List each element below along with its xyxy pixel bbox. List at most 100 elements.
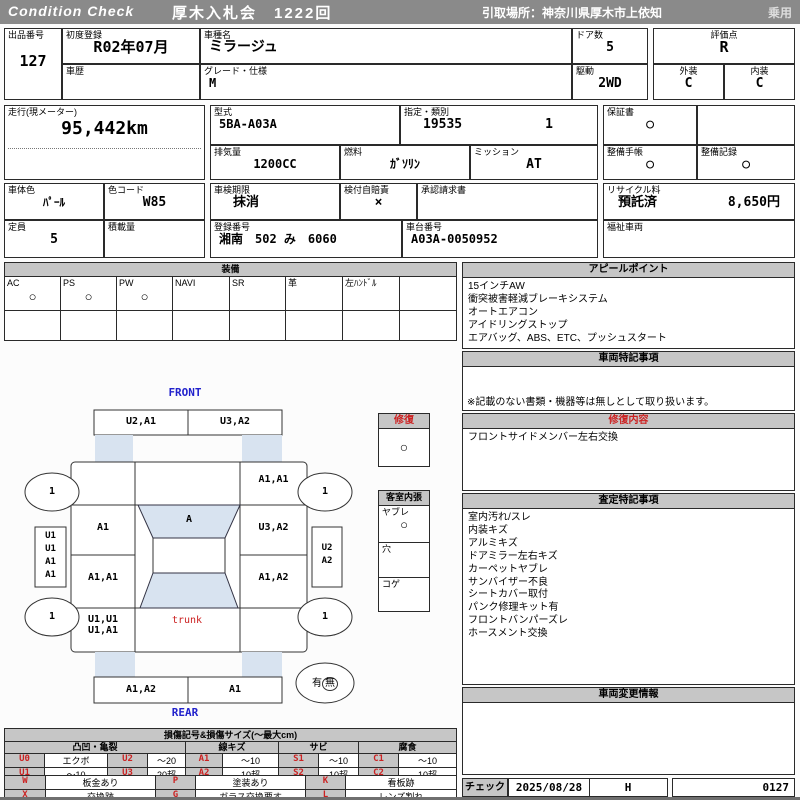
doors-value: 5	[606, 40, 614, 55]
trunk-left-mark-1: U1,U1	[87, 614, 119, 625]
left-side-mark: U1	[45, 531, 56, 541]
rear-quarter-right-mark: A1,A2	[258, 572, 289, 583]
trunk-left-marks: U1,U1 U1,A1	[73, 614, 133, 636]
class-label: 指定・類別	[404, 107, 450, 117]
left-side-mark: A1	[45, 570, 56, 580]
fuel-label: 燃料	[344, 147, 363, 157]
class-value-1: 19535	[423, 117, 463, 132]
equip-value: ○	[84, 289, 93, 304]
legend-group-scratches: 線キズ	[185, 741, 279, 754]
equip-cell-sr: SR	[229, 276, 286, 311]
body-color-cell: 車体色 ﾊﾟｰﾙ	[4, 183, 104, 220]
insurance-label: 検付自賠責	[344, 185, 390, 195]
chassis-number-label: 車台番号	[406, 222, 443, 232]
pickup-location: 引取場所：神奈川県厚木市上依知	[482, 6, 663, 20]
color-code-value: W85	[142, 195, 167, 210]
damage-legend-table: 損傷記号&損傷サイズ(〜最大cm) 凸凹・亀裂 線キズ サビ 腐食 U0 エクボ…	[3, 728, 458, 782]
auction-sheet: Condition Check 厚木入札会 1222回 引取場所：神奈川県厚木市…	[0, 0, 800, 800]
lot-number-value: 127	[19, 52, 47, 70]
legend-code: S1	[278, 753, 319, 768]
legend-size: エクボ	[44, 753, 108, 768]
check-inspector: H	[624, 781, 632, 794]
legend-size: 〜20	[147, 753, 186, 768]
equip-empty-cell	[229, 310, 286, 341]
legend-code: U0	[4, 753, 45, 768]
assessment-line: ドアミラー左右キズ	[468, 550, 558, 562]
recycle-fee-cell: リサイクル料 預託済 8,650円	[603, 183, 795, 220]
front-bumper-left-mark: U2,A1	[125, 416, 157, 427]
model-code-cell: 型式 5BA-A03A	[210, 105, 400, 145]
body-color-label: 車体色	[8, 185, 36, 195]
equip-cell-lhd: 左ﾊﾝﾄﾞﾙ	[342, 276, 400, 311]
displacement-label: 排気量	[214, 147, 242, 157]
recycle-fee-value: 8,650円	[727, 195, 780, 210]
spare-yes: 有	[312, 678, 322, 689]
vehicle-notes-footnote: ※記載のない書類・機器等は無しとして取り扱います。	[467, 397, 715, 408]
equip-empty-cell	[60, 310, 117, 341]
assessment-line: サンバイザー不良	[468, 576, 548, 588]
repair-content-title: 修復内容	[463, 414, 794, 429]
right-side-marks: U2 A2	[312, 542, 342, 568]
cabin-row-label: 穴	[382, 544, 392, 554]
check-date-box: 2025/08/28 H	[508, 778, 668, 797]
assessment-line: シートカバー取付	[468, 589, 548, 601]
maintenance-book-value: ○	[646, 157, 654, 172]
cabin-lining-title: 客室内張	[379, 491, 429, 506]
legend-group-dents: 凸凹・亀裂	[4, 741, 186, 754]
equip-label: PW	[119, 278, 134, 288]
equipment-title: 装備	[3, 262, 458, 277]
appeal-line: 衝突被害軽減ブレーキシステム	[468, 293, 608, 305]
hood-right-mark: A1,A1	[258, 474, 289, 485]
right-side-mark: U2	[321, 543, 333, 553]
legend-size: 〜10	[397, 753, 458, 768]
appeal-line: エアバッグ、ABS、ETC、プッシュスタート	[468, 332, 667, 344]
equip-cell-leather: 革	[285, 276, 343, 311]
fuel-value: ｶﾞｿﾘﾝ	[389, 157, 420, 171]
wheel-mark-rear-left: 1	[48, 611, 56, 622]
legend-code: U2	[107, 753, 148, 768]
front-fender-right-mark: U3,A2	[258, 522, 289, 533]
model-name-value: ミラージュ	[209, 39, 278, 55]
equip-empty-cell	[342, 310, 400, 341]
assessment-notes-lines: 室内汚れ/スレ 内装キズ アルミキズ ドアミラー左右キズ カーペットヤブレ サン…	[463, 509, 794, 641]
vehicle-class: 乗用	[767, 6, 792, 20]
equip-empty-cell	[172, 310, 230, 341]
appeal-points-section: アピールポイント 15インチAW 衝突被害軽減ブレーキシステム オートエアコン …	[462, 262, 795, 349]
appeal-line: アイドリングストップ	[468, 319, 568, 331]
cabin-row-label: ヤブレ	[382, 507, 410, 517]
repair-flag-box: 修復 ○	[378, 413, 430, 467]
equip-value: ○	[28, 289, 37, 304]
cabin-row-label: コゲ	[382, 579, 401, 589]
assessment-notes-title: 査定特記事項	[463, 494, 794, 509]
maintenance-record-label: 整備記録	[701, 147, 738, 157]
front-label: FRONT	[168, 386, 202, 399]
drive-label: 駆動	[576, 66, 595, 76]
transmission-cell: ミッション AT	[470, 145, 598, 180]
insurance-value: ×	[374, 195, 383, 210]
repair-content-line: フロントサイドメンバー左右交換	[468, 432, 618, 443]
front-bumper-right-mark: U3,A2	[219, 416, 251, 427]
assessment-line: 内装キズ	[468, 524, 508, 536]
maintenance-book-label: 整備手帳	[607, 147, 644, 157]
equip-label: PS	[63, 278, 76, 288]
check-number: 0127	[762, 781, 790, 794]
repair-flag-title: 修復	[379, 414, 429, 429]
approval-label: 承認請求書	[421, 185, 467, 195]
appeal-line: オートエアコン	[468, 306, 538, 318]
color-code-cell: 色コード W85	[104, 183, 205, 220]
warranty-cell: 保証書 ○	[603, 105, 697, 145]
grade-value: M	[209, 76, 217, 90]
wheel-mark-front-left: 1	[48, 486, 56, 497]
wheel-mark-rear-right: 1	[321, 611, 329, 622]
legend-code: A1	[185, 753, 223, 768]
left-side-mark: A1	[45, 557, 56, 567]
spare-no: 無	[322, 677, 338, 691]
interior-grade-cell: 内装 C	[724, 64, 795, 100]
displacement-value: 1200CC	[253, 157, 297, 171]
right-side-mark: A2	[321, 556, 333, 566]
mileage-value: 95,442km	[61, 118, 148, 139]
title-bar: Condition Check 厚木入札会 1222回 引取場所：神奈川県厚木市…	[0, 0, 800, 24]
chassis-number-cell: 車台番号 A03A-0050952	[402, 220, 598, 258]
mileage-label: 走行(現メーター)	[8, 107, 77, 117]
check-date: 2025/08/28	[515, 781, 583, 794]
